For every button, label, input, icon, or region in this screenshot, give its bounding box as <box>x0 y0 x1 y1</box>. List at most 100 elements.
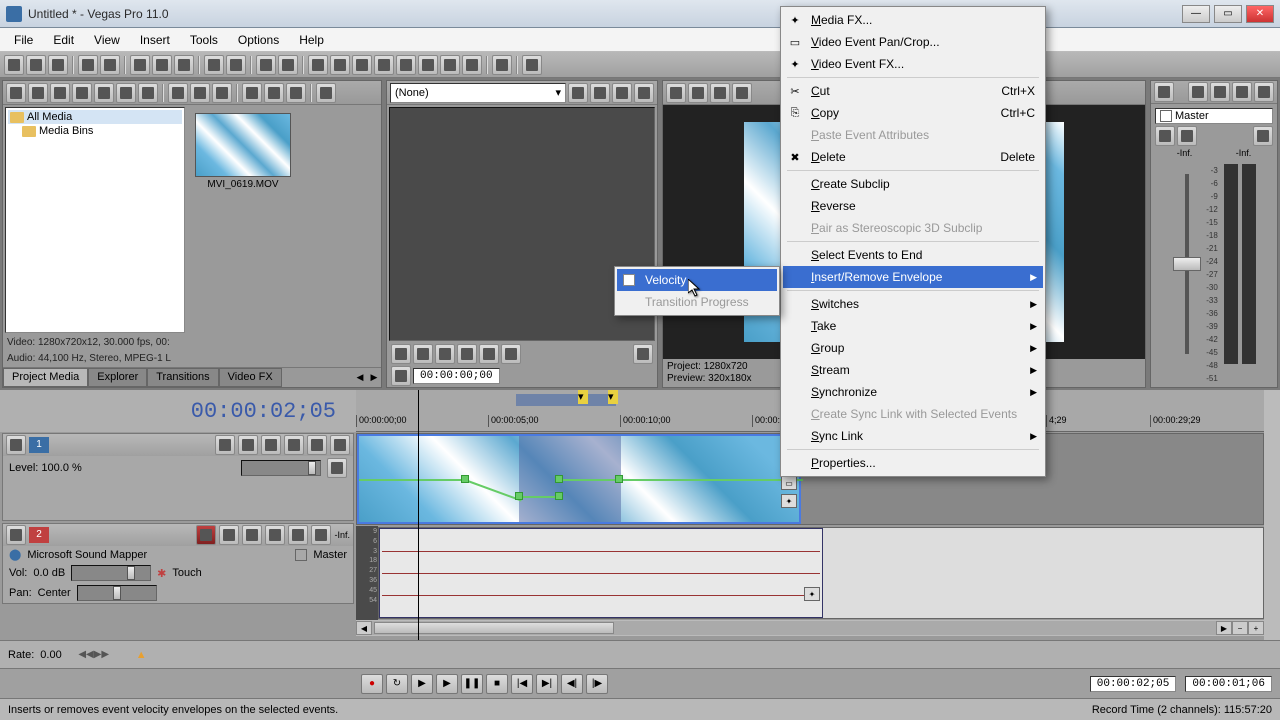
help-icon[interactable] <box>492 55 512 75</box>
fx-preview-icon[interactable] <box>634 83 654 103</box>
paste-icon[interactable] <box>174 55 194 75</box>
video-clip[interactable]: ▭ ✦ <box>357 434 801 524</box>
scroll-thumb[interactable] <box>374 622 614 634</box>
playhead[interactable] <box>418 390 419 640</box>
loop-region[interactable] <box>516 394 616 406</box>
close-button[interactable]: ✕ <box>1246 5 1274 23</box>
ctx-take[interactable]: Take▶ <box>783 315 1043 337</box>
atrack-solo-icon[interactable] <box>311 525 331 545</box>
comp-mode-icon[interactable] <box>327 458 347 478</box>
envelope-point[interactable] <box>555 492 563 500</box>
menu-file[interactable]: File <box>4 31 43 49</box>
tree-all-media[interactable]: All Media <box>8 110 182 124</box>
fx-dropdown[interactable]: (None)▾ <box>390 83 566 103</box>
audio-track-lane[interactable]: ✦ <box>378 527 1264 619</box>
pm-view-icon[interactable] <box>316 83 336 103</box>
master-fader[interactable] <box>1172 164 1202 364</box>
ctx-switches[interactable]: Switches▶ <box>783 293 1043 315</box>
properties-icon[interactable] <box>100 55 120 75</box>
maximize-button[interactable]: ▭ <box>1214 5 1242 23</box>
tree-media-bins[interactable]: Media Bins <box>8 124 182 138</box>
audio-clip[interactable]: ✦ <box>379 528 823 618</box>
grid-icon[interactable] <box>352 55 372 75</box>
pm-fx-icon[interactable] <box>138 83 158 103</box>
pm-replace-icon[interactable] <box>190 83 210 103</box>
ctx-insert-remove-envelope[interactable]: Insert/Remove Envelope▶ <box>783 266 1043 288</box>
media-thumb[interactable]: MVI_0619.MOV <box>195 113 291 190</box>
envelope-point[interactable] <box>615 475 623 483</box>
ctx-stream[interactable]: Stream▶ <box>783 359 1043 381</box>
preview-ext-icon[interactable] <box>688 83 708 103</box>
master-next-icon[interactable] <box>1210 82 1230 102</box>
lock-icon[interactable] <box>308 55 328 75</box>
pm-prop-icon[interactable] <box>116 83 136 103</box>
master-prev-icon[interactable] <box>1188 82 1208 102</box>
menu-edit[interactable]: Edit <box>43 31 84 49</box>
menu-view[interactable]: View <box>84 31 130 49</box>
open-icon[interactable] <box>26 55 46 75</box>
track-bypass-icon[interactable] <box>215 435 235 455</box>
transport-record-time[interactable]: 00:00:01;06 <box>1185 676 1272 692</box>
quantize-icon[interactable] <box>440 55 460 75</box>
master-down-icon[interactable] <box>1254 82 1274 102</box>
save-icon[interactable] <box>48 55 68 75</box>
copy-icon[interactable] <box>152 55 172 75</box>
preview-overlay-icon[interactable] <box>732 83 752 103</box>
stop-button[interactable]: ■ <box>486 674 508 694</box>
menu-help[interactable]: Help <box>289 31 334 49</box>
minimize-button[interactable]: — <box>1182 5 1210 23</box>
ctx-synchronize[interactable]: Synchronize▶ <box>783 381 1043 403</box>
ctx-reverse[interactable]: Reverse <box>783 195 1043 217</box>
new-icon[interactable] <box>4 55 24 75</box>
render-icon[interactable] <box>78 55 98 75</box>
clip-pan-crop-icon[interactable]: ▭ <box>781 476 797 490</box>
loop-start-marker[interactable]: ▾ <box>578 390 588 404</box>
loop-end-marker[interactable]: ▾ <box>608 390 618 404</box>
snap-icon[interactable] <box>256 55 276 75</box>
magnet-icon[interactable] <box>374 55 394 75</box>
ctx-copy[interactable]: ⎘CopyCtrl+C <box>783 102 1043 124</box>
tab-right-arrow-icon[interactable]: ▶ <box>367 368 381 387</box>
ctx-create-subclip[interactable]: Create Subclip <box>783 173 1043 195</box>
prev-frame-button[interactable]: ◀| <box>561 674 583 694</box>
more-icon[interactable] <box>462 55 482 75</box>
tab-explorer[interactable]: Explorer <box>88 368 147 387</box>
master-gear-icon[interactable] <box>1177 126 1197 146</box>
transport-timecode[interactable]: 00:00:02;05 <box>1090 676 1177 692</box>
sonycreative-icon[interactable] <box>522 55 542 75</box>
vol-slider[interactable] <box>71 565 151 581</box>
crossfade-icon[interactable] <box>396 55 416 75</box>
audio-clip-fx-icon[interactable]: ✦ <box>804 587 820 601</box>
atrack-arm-icon[interactable] <box>219 525 239 545</box>
menu-options[interactable]: Options <box>228 31 289 49</box>
ctx-media-fx-[interactable]: ✦Media FX... <box>783 9 1043 31</box>
menu-tools[interactable]: Tools <box>180 31 228 49</box>
scroll-right-icon[interactable]: ▶ <box>1216 621 1232 635</box>
ctx-cut[interactable]: ✂CutCtrl+X <box>783 80 1043 102</box>
ctx-delete[interactable]: ✖DeleteDelete <box>783 146 1043 168</box>
fx-del-icon[interactable] <box>612 83 632 103</box>
envelope-point[interactable] <box>515 492 523 500</box>
fx-play-icon[interactable] <box>413 344 433 364</box>
track-mute-icon[interactable] <box>307 435 327 455</box>
envelope-point[interactable] <box>555 475 563 483</box>
ctx-group[interactable]: Group▶ <box>783 337 1043 359</box>
fx-add-icon[interactable] <box>568 83 588 103</box>
loop-button[interactable]: ↻ <box>386 674 408 694</box>
ctx-video-event-pan-crop-[interactable]: ▭Video Event Pan/Crop... <box>783 31 1043 53</box>
tab-left-arrow-icon[interactable]: ◀ <box>353 368 367 387</box>
pm-play-icon[interactable] <box>242 83 262 103</box>
track-motion-icon[interactable] <box>238 435 258 455</box>
ctx-select-events-to-end[interactable]: Select Events to End <box>783 244 1043 266</box>
fx-chain-icon[interactable] <box>590 83 610 103</box>
ctx-video-event-fx-[interactable]: ✦Video Event FX... <box>783 53 1043 75</box>
master-play-icon[interactable] <box>1155 126 1175 146</box>
scroll-left-icon[interactable]: ◀ <box>356 621 372 635</box>
zoom-out-icon[interactable]: − <box>1232 621 1248 635</box>
fx-pause-icon[interactable] <box>457 344 477 364</box>
play-button[interactable]: ▶ <box>436 674 458 694</box>
fx-timecode[interactable]: 00:00:00;00 <box>413 368 500 384</box>
record-button[interactable]: ● <box>361 674 383 694</box>
tab-project-media[interactable]: Project Media <box>3 368 88 387</box>
next-frame-button[interactable]: |▶ <box>586 674 608 694</box>
